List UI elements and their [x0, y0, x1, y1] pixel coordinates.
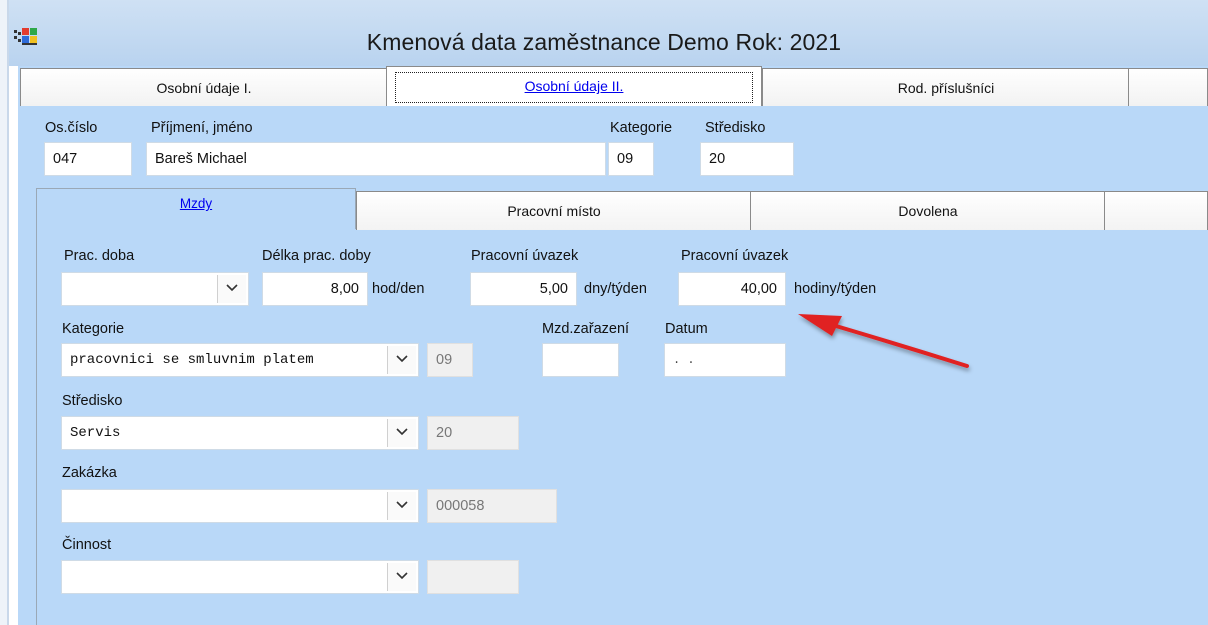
tab-next-inner[interactable] [1104, 191, 1208, 230]
uvazek-dny-unit: dny/týden [584, 281, 647, 297]
tab-label: Osobní údaje I. [156, 80, 252, 96]
tab-label: Osobní údaje II. [395, 72, 753, 103]
kategorie-code-field: 09 [427, 343, 473, 377]
uvazek-hod-label: Pracovní úvazek [681, 248, 789, 264]
uvazek-hod-unit: hodiny/týden [794, 281, 877, 297]
tab-osobni-udaje-2[interactable]: Osobní údaje II. [386, 66, 762, 106]
tab-label: Rod. příslušníci [897, 80, 995, 96]
os-cislo-field[interactable]: 047 [44, 142, 132, 176]
kategorie-value: pracovnici se smluvnim platem [70, 352, 314, 368]
kategorie-select[interactable]: pracovnici se smluvnim platem [61, 343, 419, 377]
window-left-border [0, 0, 9, 625]
stredisko-code-field: 20 [427, 416, 519, 450]
uvazek-dny-label: Pracovní úvazek [471, 248, 579, 264]
chevron-down-icon[interactable] [387, 346, 416, 374]
zakazka-select[interactable] [61, 489, 419, 523]
delka-field[interactable]: 8,00 [262, 272, 368, 306]
window-title: Kmenová data zaměstnance Demo Rok: 2021 [366, 29, 842, 55]
mzd-zarazeni-label: Mzd.zařazení [542, 321, 630, 337]
uvazek-hod-field[interactable]: 40,00 [678, 272, 786, 306]
datum-field[interactable]: . . [664, 343, 786, 377]
tab-label: Pracovní místo [507, 203, 601, 219]
jmeno-field[interactable]: Bareš Michael [146, 142, 606, 176]
kategorie-label: Kategorie [62, 321, 125, 337]
tab-osobni-udaje-1[interactable]: Osobní údaje I. [20, 68, 388, 106]
chevron-down-icon[interactable] [387, 492, 416, 520]
cinnost-code-field [427, 560, 519, 594]
chevron-down-icon[interactable] [387, 419, 416, 447]
prac-doba-label: Prac. doba [64, 248, 135, 264]
chevron-down-icon[interactable] [217, 275, 246, 303]
jmeno-label: Příjmení, jméno [151, 120, 253, 136]
kategorie-header-field[interactable]: 09 [608, 142, 654, 176]
tab-mzdy[interactable]: Mzdy [36, 188, 356, 229]
datum-label: Datum [665, 321, 708, 337]
kategorie-header-label: Kategorie [610, 120, 673, 136]
stredisko-value: Servis [70, 425, 121, 441]
delka-label: Délka prac. doby [262, 248, 371, 264]
stredisko-header-label: Středisko [705, 120, 766, 136]
cinnost-label: Činnost [62, 537, 112, 553]
tab-rod-prislusnici[interactable]: Rod. příslušníci [762, 68, 1130, 106]
chevron-down-icon[interactable] [387, 563, 416, 591]
delka-unit: hod/den [372, 281, 425, 297]
zakazka-code-field: 000058 [427, 489, 557, 523]
cinnost-select[interactable] [61, 560, 419, 594]
tab-label: Dovolena [898, 203, 958, 219]
stredisko-label: Středisko [62, 393, 123, 409]
tab-pracovni-misto[interactable]: Pracovní místo [356, 191, 752, 230]
tab-next[interactable] [1128, 68, 1208, 106]
tab-dovolena[interactable]: Dovolena [750, 191, 1106, 230]
zakazka-label: Zakázka [62, 465, 117, 481]
prac-doba-select[interactable] [61, 272, 249, 306]
mzd-zarazeni-field[interactable] [542, 343, 619, 377]
uvazek-dny-field[interactable]: 5,00 [470, 272, 577, 306]
tab-label: Mzdy [179, 196, 213, 211]
red-arrow-annotation [798, 314, 969, 368]
stredisko-select[interactable]: Servis [61, 416, 419, 450]
stredisko-header-field[interactable]: 20 [700, 142, 794, 176]
os-cislo-label: Os.číslo [45, 120, 98, 136]
